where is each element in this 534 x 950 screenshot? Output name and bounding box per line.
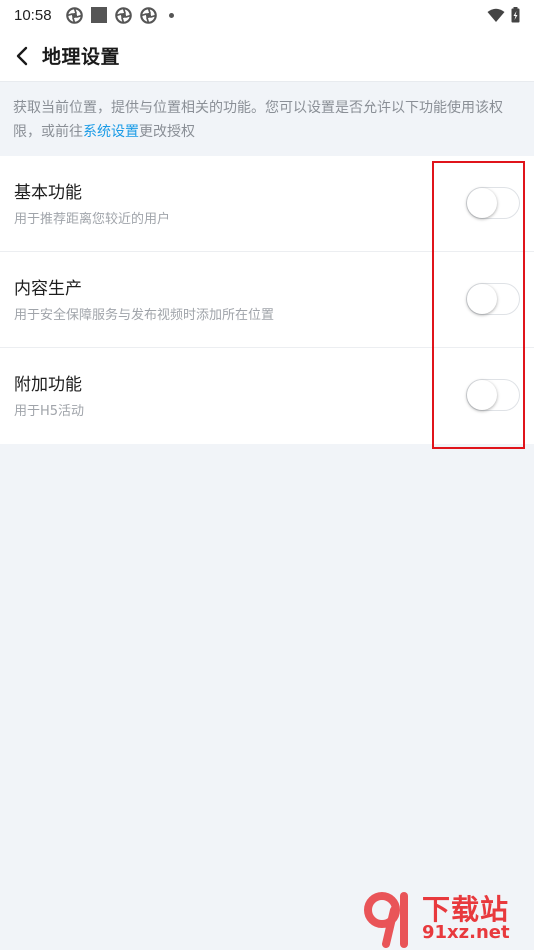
back-button[interactable] — [2, 30, 42, 82]
setting-title: 内容生产 — [14, 279, 82, 299]
dot-icon — [168, 12, 174, 18]
status-time: 10:58 — [14, 6, 52, 24]
setting-title: 基本功能 — [14, 183, 82, 203]
wifi-icon — [487, 8, 505, 22]
basic-function-toggle[interactable] — [466, 187, 520, 219]
system-icons — [487, 7, 520, 23]
square-icon — [90, 7, 107, 23]
aperture-icon — [65, 6, 83, 24]
description-text-end: 更改授权 — [139, 124, 195, 140]
aperture-icon — [139, 6, 157, 24]
logo-mark-icon — [364, 892, 408, 948]
page-title: 地理设置 — [42, 46, 121, 68]
header: 地理设置 — [0, 30, 534, 82]
setting-title: 附加功能 — [14, 375, 82, 395]
setting-row-additional: 附加功能 用于H5活动 — [0, 348, 534, 444]
setting-subtitle: 用于H5活动 — [14, 404, 85, 419]
toggle-knob — [467, 284, 497, 314]
setting-subtitle: 用于推荐距离您较近的用户 — [14, 212, 171, 227]
toggle-knob — [467, 188, 497, 218]
toggle-knob — [467, 380, 497, 410]
battery-icon — [511, 7, 520, 23]
watermark-logo: 下载站 91xz.net — [360, 888, 530, 948]
status-bar: 10:58 — [0, 0, 534, 30]
content-production-toggle[interactable] — [466, 283, 520, 315]
page: 10:58 地理设置 获取当前位置，提供与位置相关的功能。您可以设置是否允许以下… — [0, 0, 534, 950]
notification-icons — [65, 6, 174, 24]
setting-row-basic: 基本功能 用于推荐距离您较近的用户 — [0, 156, 534, 252]
aperture-icon — [114, 6, 132, 24]
watermark-url: 91xz.net — [422, 922, 510, 943]
setting-subtitle: 用于安全保障服务与发布视频时添加所在位置 — [14, 308, 275, 323]
settings-list: 基本功能 用于推荐距离您较近的用户 内容生产 用于安全保障服务与发布视频时添加所… — [0, 156, 534, 444]
setting-row-content: 内容生产 用于安全保障服务与发布视频时添加所在位置 — [0, 252, 534, 348]
additional-function-toggle[interactable] — [466, 379, 520, 411]
permission-description: 获取当前位置，提供与位置相关的功能。您可以设置是否允许以下功能使用该权限，或前往… — [0, 82, 534, 156]
chevron-left-icon — [16, 46, 28, 65]
system-settings-link[interactable]: 系统设置 — [83, 124, 139, 140]
